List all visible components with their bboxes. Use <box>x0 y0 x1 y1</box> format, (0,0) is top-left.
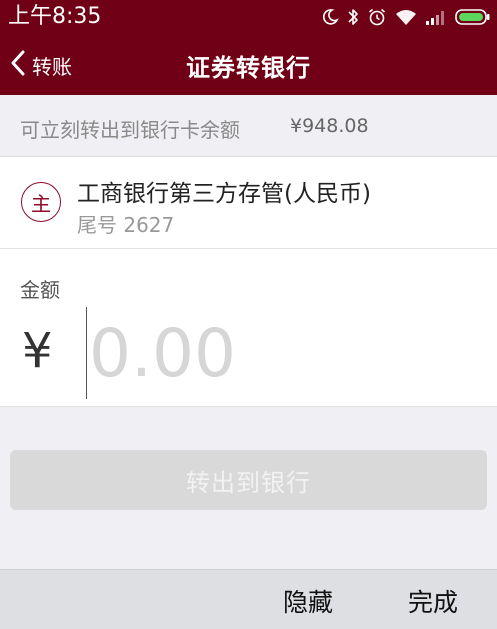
page-title: 证券转银行 <box>186 54 311 82</box>
bank-card-tail-number: 尾号 2627 <box>77 213 175 237</box>
amount-input[interactable] <box>86 307 484 399</box>
transfer-out-button[interactable]: 转出到银行 <box>10 450 487 510</box>
status-bar: 上午8:35 <box>0 0 497 34</box>
bank-name: 工商银行第三方存管(人民币) <box>77 181 371 207</box>
alarm-icon <box>367 7 387 27</box>
status-icons <box>321 5 491 29</box>
amount-label: 金额 <box>20 278 60 302</box>
app-header: 上午8:35 转账 证券转银行 <box>0 0 497 95</box>
done-button[interactable]: 完成 <box>408 583 458 619</box>
battery-icon <box>455 8 491 26</box>
nav-bar: 转账 证券转银行 <box>0 36 497 94</box>
amount-section: 金额 ¥ <box>0 249 497 407</box>
status-time: 上午8:35 <box>8 4 102 29</box>
available-balance-row: 可立刻转出到银行卡余额 ¥948.08 <box>0 95 497 157</box>
balance-label: 可立刻转出到银行卡余额 <box>20 118 240 142</box>
balance-value: ¥948.08 <box>290 115 369 137</box>
bank-account-selector[interactable]: 主 工商银行第三方存管(人民币) 尾号 2627 <box>0 157 497 249</box>
signal-icon <box>425 8 447 26</box>
bluetooth-icon <box>347 7 359 27</box>
moon-icon <box>321 8 339 26</box>
hide-keyboard-button[interactable]: 隐藏 <box>283 583 333 619</box>
bank-logo: 主 <box>21 182 61 222</box>
wifi-icon <box>395 8 417 26</box>
keyboard-toolbar: 隐藏 完成 <box>0 569 497 629</box>
currency-symbol: ¥ <box>22 323 53 379</box>
